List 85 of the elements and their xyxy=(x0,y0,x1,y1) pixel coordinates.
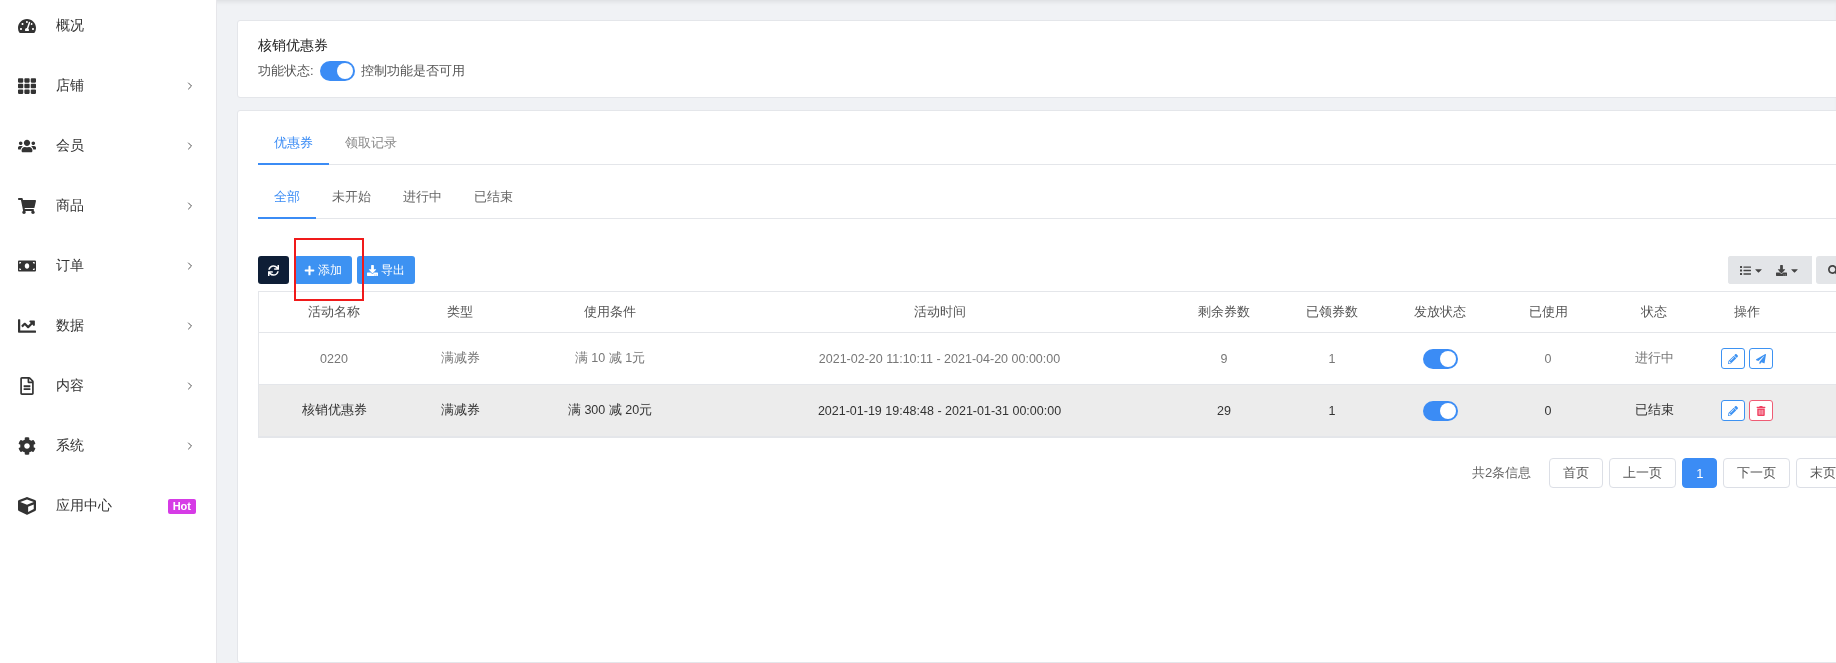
card-title: 核销优惠券 xyxy=(258,37,329,55)
search-icon xyxy=(1828,264,1836,276)
paper-plane-icon xyxy=(1756,353,1766,364)
list-icon xyxy=(1740,264,1764,276)
users-icon xyxy=(16,137,38,155)
filter-tab[interactable]: 进行中 xyxy=(387,177,458,219)
sidebar-item[interactable]: 内容 xyxy=(0,356,216,416)
sidebar-item[interactable]: 店铺 xyxy=(0,56,216,116)
sidebar-label: 系统 xyxy=(56,437,85,455)
tab[interactable]: 优惠券 xyxy=(258,123,329,165)
download-icon xyxy=(367,264,378,276)
feature-toggle[interactable] xyxy=(319,61,355,81)
download-icon xyxy=(1776,264,1800,276)
table-cell-text: 核销优惠券 xyxy=(300,402,368,419)
table-cell-text: 满 300 减 20元 xyxy=(566,402,654,419)
sidebar-label: 内容 xyxy=(56,377,85,395)
table-cell-text: 2021-02-20 11:10:11 - 2021-04-20 00:00:00 xyxy=(817,351,1062,366)
pencil-icon xyxy=(1728,405,1738,416)
sidebar-item[interactable]: 会员 xyxy=(0,116,216,176)
record-count: 共2条信息 xyxy=(1472,464,1532,482)
first-page-button[interactable]: 首页 xyxy=(1549,458,1604,488)
tab[interactable]: 领取记录 xyxy=(329,123,413,165)
grid-icon xyxy=(16,77,38,95)
next-page-button[interactable]: 下一页 xyxy=(1723,458,1791,488)
table-cell-text: 满减券 xyxy=(439,350,481,367)
sidebar-item[interactable]: 数据 xyxy=(0,296,216,356)
sidebar-label: 店铺 xyxy=(56,77,85,95)
cart-icon xyxy=(16,197,38,215)
hot-badge: Hot xyxy=(167,498,196,514)
trash-icon xyxy=(1756,405,1766,416)
plus-icon xyxy=(304,264,315,276)
table-cell-text: 满 10 减 1元 xyxy=(573,350,647,367)
table-cell-text: 1 xyxy=(1327,403,1337,418)
column-header: 使用条件 xyxy=(583,303,637,321)
table-cell-text: 29 xyxy=(1216,403,1232,418)
table-cell-text: 1 xyxy=(1327,351,1337,366)
column-header: 已领券数 xyxy=(1305,303,1359,321)
filter-tab[interactable]: 未开始 xyxy=(316,177,387,219)
sidebar-label: 订单 xyxy=(56,257,85,275)
table-cell-text: 满减券 xyxy=(439,402,481,419)
column-header: 发放状态 xyxy=(1413,303,1467,321)
table-cell-text: 0220 xyxy=(319,351,349,366)
table-cell-text: 2021-01-19 19:48:48 - 2021-01-31 00:00:00 xyxy=(816,403,1063,418)
refresh-button[interactable] xyxy=(258,256,289,284)
column-header: 操作 xyxy=(1733,303,1761,321)
send-button[interactable] xyxy=(1749,348,1773,369)
issue-toggle[interactable] xyxy=(1422,348,1458,369)
line-chart-icon xyxy=(16,317,38,335)
status-cell-text: 进行中 xyxy=(1633,350,1675,367)
columns-button[interactable] xyxy=(1728,256,1812,284)
pencil-icon xyxy=(1728,353,1738,364)
status-label: 功能状态: xyxy=(258,62,314,80)
settings-icon xyxy=(16,437,38,455)
table-cell-text: 0 xyxy=(1543,351,1553,366)
sidebar-item[interactable]: 订单 xyxy=(0,236,216,296)
column-header: 活动名称 xyxy=(307,303,361,321)
column-header: 已使用 xyxy=(1527,303,1569,321)
sidebar-label: 商品 xyxy=(56,197,85,215)
toggle-hint: 控制功能是否可用 xyxy=(360,62,465,80)
delete-button[interactable] xyxy=(1749,400,1773,421)
sidebar-label: 概况 xyxy=(56,17,85,35)
refresh-icon xyxy=(268,264,279,276)
edit-button[interactable] xyxy=(1721,400,1745,421)
last-page-button[interactable]: 末页 xyxy=(1796,458,1836,488)
cube-icon xyxy=(16,497,38,515)
filter-tab[interactable]: 已结束 xyxy=(458,177,529,219)
issue-toggle[interactable] xyxy=(1422,400,1458,421)
column-header: 活动时间 xyxy=(912,303,967,321)
sidebar-item[interactable]: 商品 xyxy=(0,176,216,236)
edit-button[interactable] xyxy=(1721,348,1745,369)
column-header: 状态 xyxy=(1640,303,1668,321)
gauge-icon xyxy=(16,17,38,35)
sidebar-label: 应用中心 xyxy=(56,497,113,515)
sidebar-item[interactable]: 概况 xyxy=(0,0,216,56)
sidebar-label: 会员 xyxy=(56,137,85,155)
sidebar-label: 数据 xyxy=(56,317,85,335)
column-header: 类型 xyxy=(446,303,474,321)
filter-tab[interactable]: 全部 xyxy=(258,177,316,219)
status-cell-text: 已结束 xyxy=(1633,402,1675,419)
table-cell-text: 0 xyxy=(1543,403,1553,418)
prev-page-button[interactable]: 上一页 xyxy=(1609,458,1677,488)
sidebar-item[interactable]: 系统 xyxy=(0,416,216,476)
table-cell-text: 9 xyxy=(1219,351,1229,366)
sidebar-item[interactable]: 应用中心 Hot xyxy=(0,476,216,536)
column-header: 剩余券数 xyxy=(1197,303,1251,321)
